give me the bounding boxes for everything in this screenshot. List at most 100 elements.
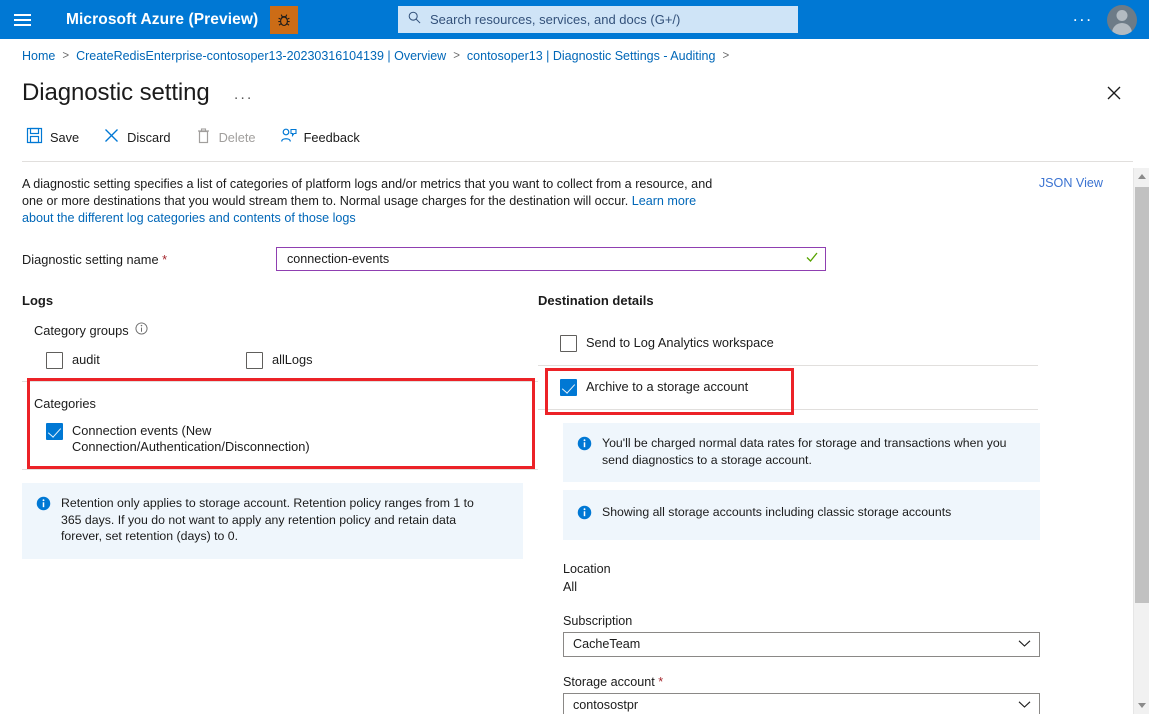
json-view-link[interactable]: JSON View <box>1039 176 1103 190</box>
top-bar-actions: ... <box>1063 0 1143 39</box>
settings-columns: Logs Category groups audit allLogs Cate <box>22 293 1149 714</box>
page-title: Diagnostic setting <box>22 79 210 107</box>
breadcrumb-separator: > <box>453 50 460 62</box>
diagnostic-setting-name-label-text: Diagnostic setting name <box>22 252 159 267</box>
feedback-person-icon <box>280 127 297 147</box>
command-bar: Save Discard Delete Feedback <box>0 107 1149 151</box>
save-button[interactable]: Save <box>22 123 91 151</box>
main-content: JSON View A diagnostic setting specifies… <box>0 162 1149 714</box>
vertical-scrollbar[interactable] <box>1133 168 1149 714</box>
save-disk-icon <box>26 127 43 147</box>
info-circle-icon <box>577 505 592 525</box>
discard-button-label: Discard <box>127 130 170 145</box>
destination-option-storage-account[interactable]: Archive to a storage account <box>538 366 1038 410</box>
scroll-up-arrow-icon[interactable] <box>1134 168 1149 185</box>
scroll-down-arrow-icon[interactable] <box>1134 697 1149 714</box>
hamburger-menu-icon[interactable] <box>0 0 44 39</box>
feedback-button[interactable]: Feedback <box>276 123 372 151</box>
checkbox-storage-account[interactable]: Archive to a storage account <box>560 379 1038 396</box>
storage-charges-info-text: You'll be charged normal data rates for … <box>602 435 1012 468</box>
scrollbar-thumb[interactable] <box>1135 187 1149 603</box>
logs-column: Logs Category groups audit allLogs Cate <box>22 293 538 714</box>
page-header: Diagnostic setting ··· <box>0 73 1149 107</box>
global-search-box[interactable] <box>398 6 798 33</box>
breadcrumb-separator: > <box>722 50 729 62</box>
destination-section-title: Destination details <box>538 293 1038 308</box>
checkbox-connection-events[interactable]: Connection events (New Connection/Authen… <box>46 423 538 455</box>
location-value: All <box>563 580 1038 594</box>
azure-brand-title[interactable]: Microsoft Azure (Preview) <box>66 11 258 29</box>
subscription-value: CacheTeam <box>573 637 640 651</box>
categories-list: Connection events (New Connection/Authen… <box>46 423 538 455</box>
checkbox-audit-box[interactable] <box>46 352 63 369</box>
diagnostic-setting-name-field[interactable] <box>276 247 826 271</box>
subscription-label: Subscription <box>563 614 1038 628</box>
chevron-down-icon <box>1018 698 1031 712</box>
page-description: A diagnostic setting specifies a list of… <box>22 162 727 227</box>
save-button-label: Save <box>50 130 79 145</box>
breadcrumb: Home > CreateRedisEnterprise-contosoper1… <box>0 39 1149 73</box>
checkbox-alllogs[interactable]: allLogs <box>246 352 446 369</box>
checkbox-audit-label: audit <box>72 352 100 368</box>
breadcrumb-item-diagnostic-settings[interactable]: contosoper13 | Diagnostic Settings - Aud… <box>467 49 716 63</box>
storage-account-field: Storage account * contosostpr <box>563 675 1038 714</box>
category-groups-list: audit allLogs <box>46 352 538 369</box>
discard-button[interactable]: Discard <box>99 123 182 151</box>
breadcrumb-item-create-redis[interactable]: CreateRedisEnterprise-contosoper13-20230… <box>76 49 446 63</box>
account-avatar-icon[interactable] <box>1107 5 1137 35</box>
close-icon[interactable] <box>1102 81 1126 105</box>
breadcrumb-separator: > <box>62 50 69 62</box>
checkbox-audit[interactable]: audit <box>46 352 246 369</box>
page-description-text: A diagnostic setting specifies a list of… <box>22 177 712 208</box>
checkbox-alllogs-box[interactable] <box>246 352 263 369</box>
subscription-field: Subscription CacheTeam <box>563 614 1038 657</box>
top-navigation-bar: Microsoft Azure (Preview) ... <box>0 0 1149 39</box>
category-groups-label: Category groups <box>34 322 538 338</box>
storage-charges-info-box: You'll be charged normal data rates for … <box>563 423 1040 482</box>
top-more-menu-button[interactable]: ... <box>1063 11 1103 29</box>
info-circle-icon[interactable] <box>135 322 148 338</box>
search-icon <box>408 11 421 29</box>
breadcrumb-item-home[interactable]: Home <box>22 49 55 63</box>
retention-info-box: Retention only applies to storage accoun… <box>22 483 523 559</box>
checkmark-icon <box>805 250 819 269</box>
diagnostic-setting-name-input[interactable] <box>285 251 805 267</box>
info-circle-icon <box>577 436 592 468</box>
discard-x-icon <box>103 127 120 147</box>
bug-icon[interactable] <box>270 6 298 34</box>
checkbox-storage-account-label: Archive to a storage account <box>586 379 748 395</box>
checkbox-connection-events-box[interactable] <box>46 423 63 440</box>
search-input[interactable] <box>428 11 790 28</box>
classic-storage-info-text: Showing all storage accounts including c… <box>602 504 951 525</box>
required-marker: * <box>162 252 167 267</box>
destination-column: Destination details Send to Log Analytic… <box>538 293 1038 714</box>
storage-account-label: Storage account * <box>563 675 1038 689</box>
delete-trash-icon <box>195 127 212 147</box>
storage-account-label-text: Storage account <box>563 675 655 689</box>
delete-button-label: Delete <box>219 130 256 145</box>
checkbox-storage-account-box[interactable] <box>560 379 577 396</box>
subscription-dropdown[interactable]: CacheTeam <box>563 632 1040 657</box>
storage-account-value: contosostpr <box>573 698 638 712</box>
info-circle-icon <box>36 496 51 545</box>
categories-title: Categories <box>34 396 538 411</box>
location-field: Location All <box>563 562 1038 594</box>
categories-section: Categories Connection events (New Connec… <box>22 381 538 470</box>
checkbox-log-analytics-box[interactable] <box>560 335 577 352</box>
checkbox-log-analytics[interactable]: Send to Log Analytics workspace <box>560 335 1038 352</box>
logs-section-title: Logs <box>22 293 538 308</box>
diagnostic-setting-name-label: Diagnostic setting name * <box>22 252 276 267</box>
destination-option-log-analytics[interactable]: Send to Log Analytics workspace <box>538 322 1038 366</box>
checkbox-connection-events-label: Connection events (New Connection/Authen… <box>72 423 332 455</box>
diagnostic-setting-name-row: Diagnostic setting name * <box>22 247 1149 271</box>
page-more-menu-button[interactable]: ··· <box>234 89 254 106</box>
classic-storage-info-box: Showing all storage accounts including c… <box>563 490 1040 540</box>
checkbox-log-analytics-label: Send to Log Analytics workspace <box>586 335 774 351</box>
storage-account-dropdown[interactable]: contosostpr <box>563 693 1040 714</box>
required-marker: * <box>658 675 663 689</box>
chevron-down-icon <box>1018 637 1031 651</box>
feedback-button-label: Feedback <box>304 130 360 145</box>
checkbox-alllogs-label: allLogs <box>272 352 313 368</box>
location-label: Location <box>563 562 1038 576</box>
category-groups-label-text: Category groups <box>34 323 129 338</box>
